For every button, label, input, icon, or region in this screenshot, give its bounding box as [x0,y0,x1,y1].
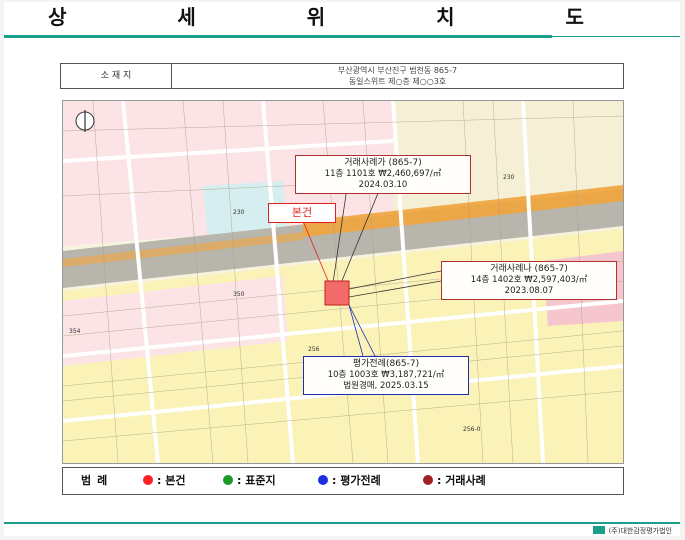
callout-header: 평가전례(865-7) [352,359,420,369]
callout-date: 2024.03.10 [358,180,408,190]
legend-item-subject: : 본건 [143,468,185,494]
callout-date: 2023.08.07 [504,286,554,296]
location-value: 부산광역시 부산진구 범천동 865-7 동일스위트 제○층 제○○3호 [172,65,623,87]
legend-item-label: : 표준지 [237,474,276,487]
location-label: 소 재 지 [61,64,172,88]
legend-item-transaction-case: : 거래사례 [423,468,486,494]
parcel-number: 230 [233,209,245,216]
blue-dot-icon [318,475,328,485]
parcel-number: 256 [308,346,320,353]
subject-parcel [324,280,350,306]
company-logo-icon [592,526,605,534]
footer-rule [4,522,680,524]
footer-company: (주)대한감정평가법인 [608,527,672,535]
map-legend: 범례 : 본건 : 표준지 : 평가전례 : 거래사례 [62,467,624,495]
location-value-line2: 동일스위트 제○층 제○○3호 [348,77,447,86]
parcel-number: 354 [69,328,81,335]
transaction-case-a-callout: 거래사례가 (865-7) 11층 1101호 ₩2,460,697/㎡ 202… [295,155,471,194]
callout-price: 10층 1003호 ₩3,187,721/㎡ [327,370,445,380]
legend-item-appraisal-precedent: : 평가전례 [318,468,381,494]
legend-item-label: : 거래사례 [437,474,486,487]
footer: (주)대한감정평가법인 [592,526,672,536]
location-box: 소 재 지 부산광역시 부산진구 범천동 865-7 동일스위트 제○층 제○○… [60,63,624,89]
dark-red-dot-icon [423,475,433,485]
detail-map: 354 230 350 230 256 351-4 256-0 거래사례가 (8… [62,100,624,464]
parcel-number: 350 [233,291,245,298]
legend-item-label: : 평가전례 [332,474,381,487]
legend-label: 범례 [81,474,114,487]
page-title: 상 세 위 치 도 [48,5,636,29]
callout-header: 거래사례가 (865-7) [344,158,422,168]
location-value-line1: 부산광역시 부산진구 범천동 865-7 [337,66,458,75]
callout-header: 거래사례나 (865-7) [490,264,568,274]
callout-price: 11층 1101호 ₩2,460,697/㎡ [324,169,442,179]
title-rule [4,35,552,38]
parcel-number: 230 [503,174,515,181]
legend-item-standard-land: : 표준지 [223,468,276,494]
appraisal-precedent-callout: 평가전례(865-7) 10층 1003호 ₩3,187,721/㎡ 법원경매,… [303,356,469,395]
red-dot-icon [143,475,153,485]
title-rule-thin [552,36,680,37]
parcel-number: 256-0 [463,426,481,433]
report-page: 상 세 위 치 도 소 재 지 부산광역시 부산진구 범천동 865-7 동일스… [4,2,680,536]
callout-date: 법원경매, 2025.03.15 [343,381,429,391]
legend-item-label: : 본건 [157,474,186,487]
subject-badge: 본건 [268,203,336,223]
green-dot-icon [223,475,233,485]
callout-price: 14층 1402호 ₩2,597,403/㎡ [470,275,588,285]
transaction-case-b-callout: 거래사례나 (865-7) 14층 1402호 ₩2,597,403/㎡ 202… [441,261,617,300]
